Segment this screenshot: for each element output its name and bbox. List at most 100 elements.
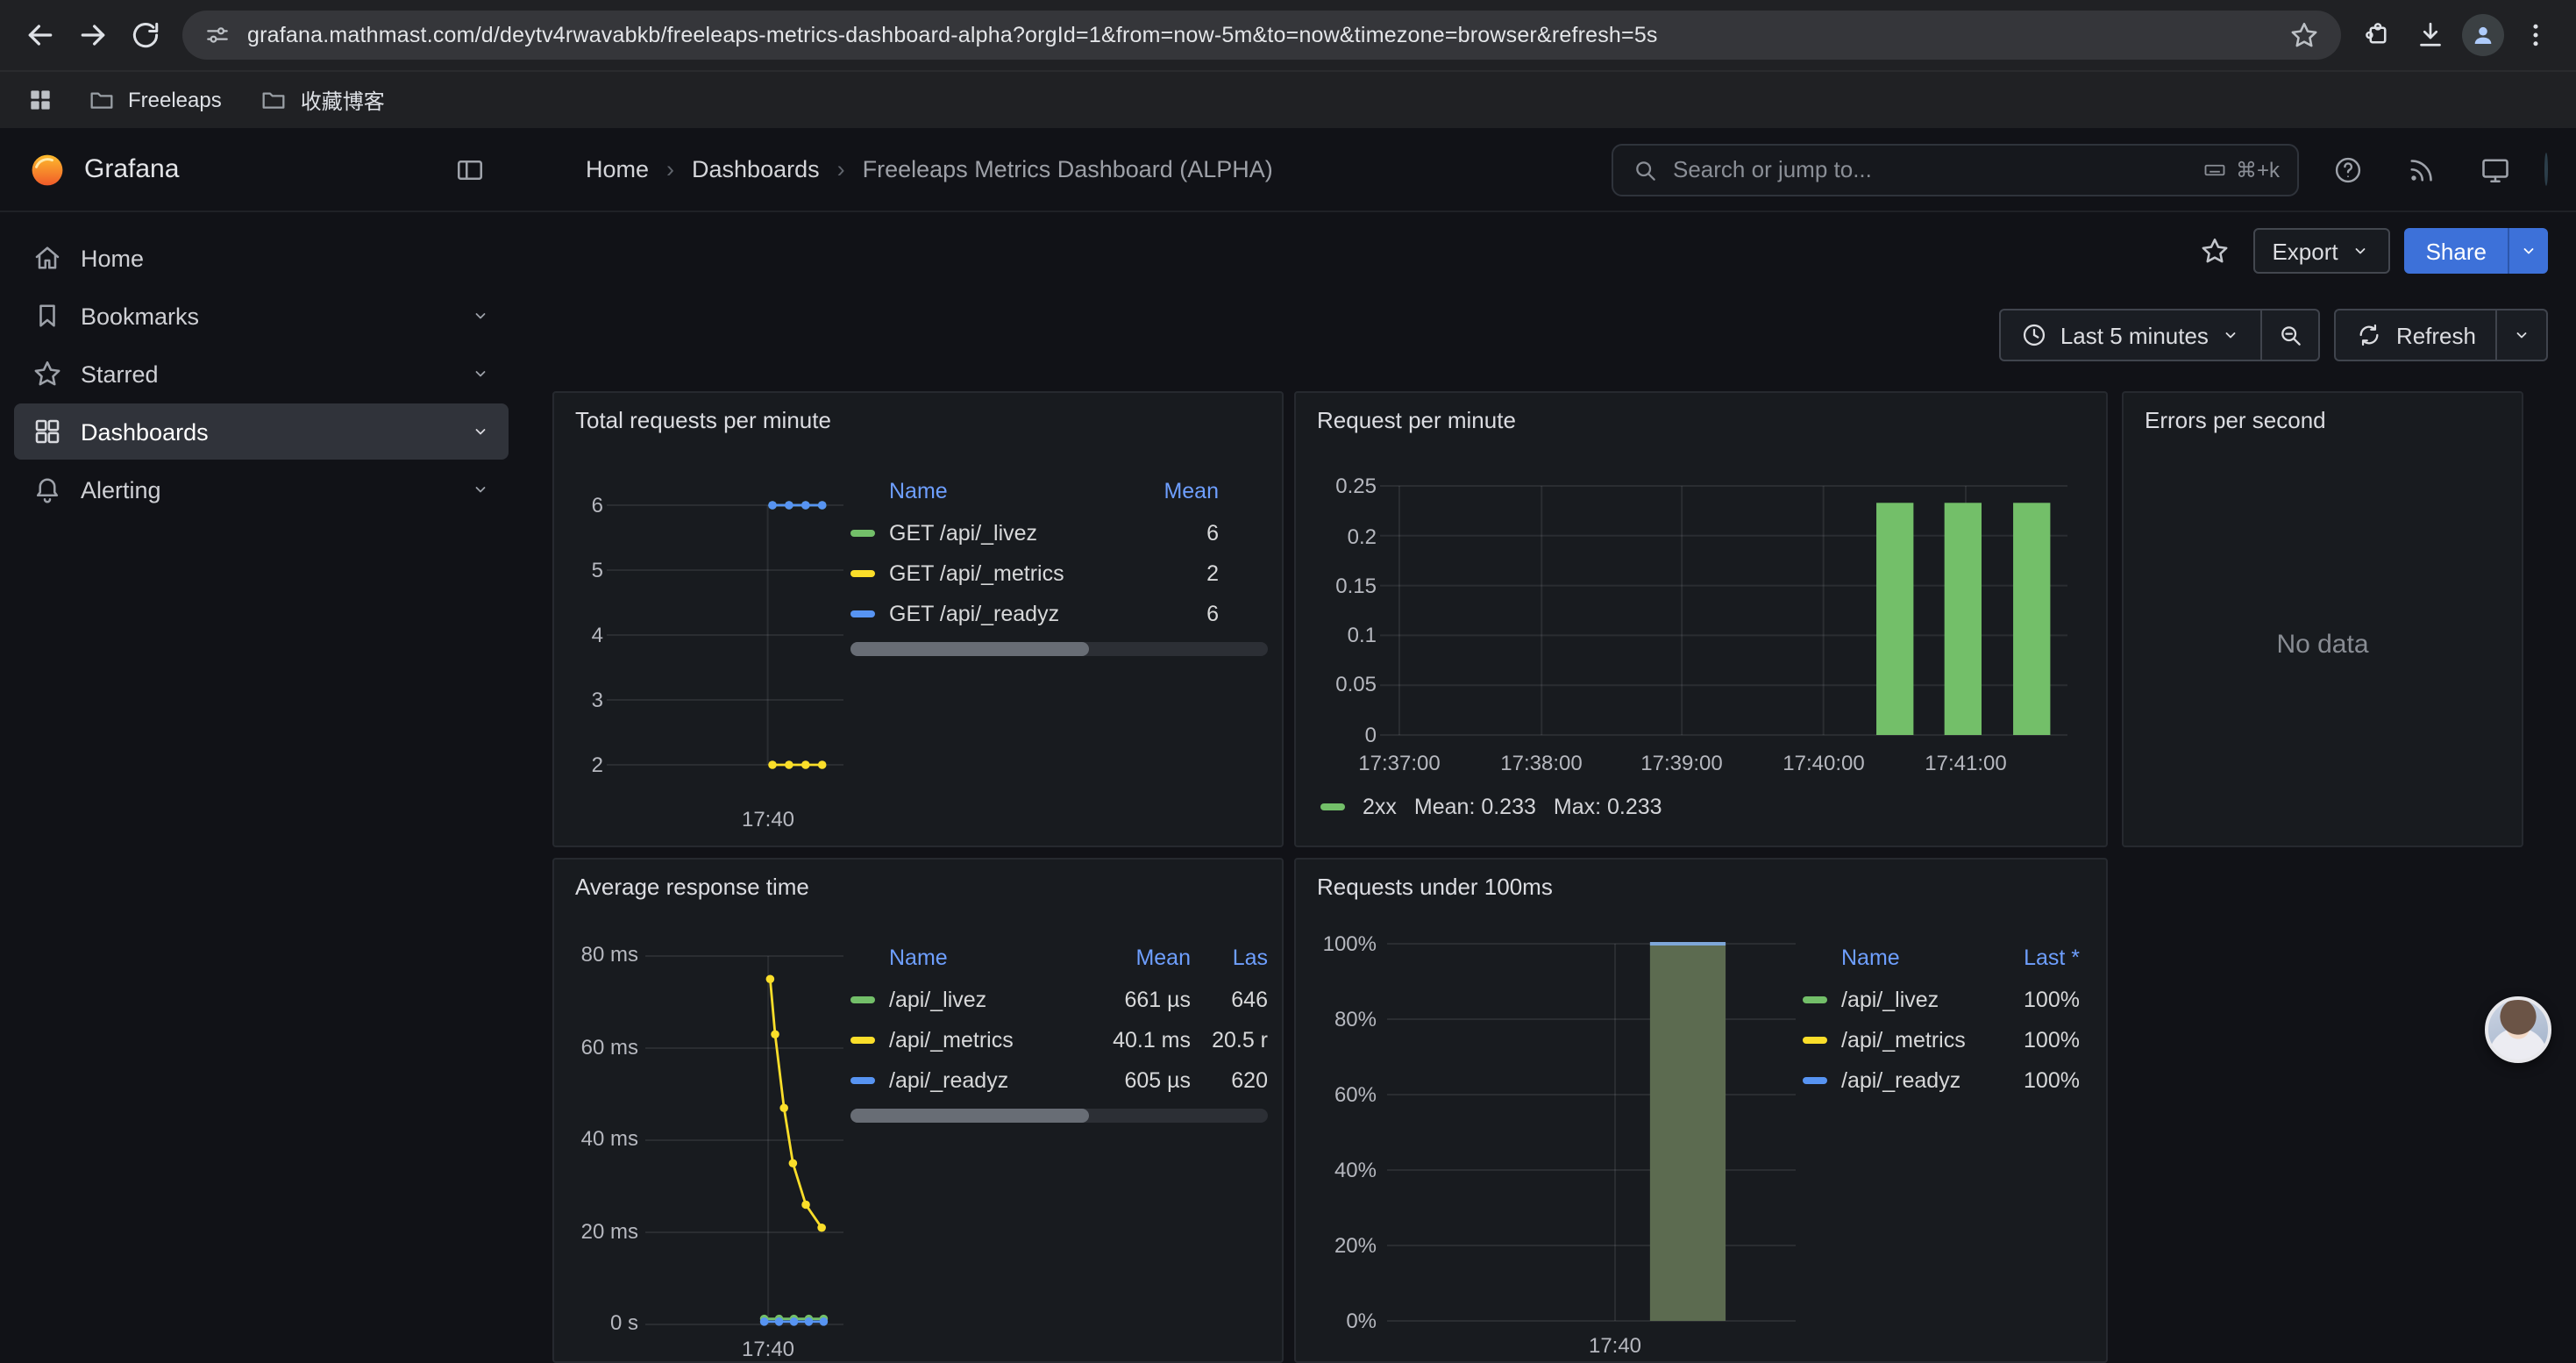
- legend[interactable]: 2xx Mean: 0.233 Max: 0.233: [1320, 795, 1662, 819]
- breadcrumb: Home › Dashboards › Freeleaps Metrics Da…: [523, 156, 1612, 182]
- series-color-dash: [1320, 803, 1345, 810]
- breadcrumb-home[interactable]: Home: [586, 156, 649, 182]
- legend-col-last[interactable]: Last *: [1982, 946, 2080, 970]
- clock-icon: [2020, 321, 2048, 349]
- sidebar-item-alerting[interactable]: Alerting: [14, 461, 509, 517]
- panel-errors-per-second[interactable]: Errors per second No data: [2122, 391, 2523, 847]
- favorite-star-button[interactable]: [2189, 228, 2238, 274]
- refresh-group: Refresh: [2335, 309, 2548, 361]
- sidebar-item-starred[interactable]: Starred: [14, 346, 509, 402]
- legend-row[interactable]: /api/_readyz 605 µs 620: [850, 1060, 1268, 1100]
- bookmark-label: 收藏博客: [301, 85, 385, 115]
- user-profile-button[interactable]: [2544, 153, 2548, 185]
- forward-icon: [75, 18, 110, 53]
- help-button[interactable]: [2323, 145, 2373, 194]
- back-button[interactable]: [14, 9, 67, 61]
- legend-col-mean[interactable]: Mean: [1117, 479, 1219, 503]
- sidebar-item-dashboards[interactable]: Dashboards: [14, 403, 509, 460]
- line-chart[interactable]: [607, 505, 843, 765]
- panel-request-per-minute[interactable]: Request per minute 0.25 0.2 0.15 0.1 0.0…: [1294, 391, 2108, 847]
- series-name: 2xx: [1363, 795, 1397, 819]
- keyboard-icon: [2202, 157, 2227, 182]
- url-bar[interactable]: grafana.mathmast.com/d/deytv4rwavabkb/fr…: [182, 11, 2341, 60]
- breadcrumb-current: Freeleaps Metrics Dashboard (ALPHA): [863, 156, 1273, 182]
- panel-title[interactable]: Total requests per minute: [554, 393, 1282, 433]
- time-controls: Last 5 minutes Refresh: [1999, 309, 2548, 361]
- panel-title[interactable]: Request per minute: [1296, 393, 2106, 433]
- kiosk-button[interactable]: [2471, 145, 2520, 194]
- legend-col-name[interactable]: Name: [889, 479, 1117, 503]
- share-split-button: Share: [2405, 228, 2548, 274]
- panel-title[interactable]: Average response time: [554, 860, 1282, 900]
- reload-button[interactable]: [119, 9, 172, 61]
- share-button[interactable]: Share: [2405, 228, 2508, 274]
- news-button[interactable]: [2397, 145, 2446, 194]
- legend-row[interactable]: /api/_readyz 100%: [1803, 1060, 2080, 1100]
- y-axis: 0.25 0.2 0.15 0.1 0.05 0: [1306, 475, 1377, 756]
- zoom-out-button[interactable]: [2263, 309, 2321, 361]
- browser-profile-button[interactable]: [2457, 9, 2509, 61]
- legend-col-name[interactable]: Name: [889, 946, 1082, 970]
- legend-row[interactable]: GET /api/_readyz 6: [850, 593, 1268, 633]
- chevron-down-icon[interactable]: [470, 421, 491, 442]
- bookmark-star-icon[interactable]: [2288, 19, 2320, 51]
- series-color-dash: [850, 610, 875, 617]
- apps-grid-button[interactable]: [18, 77, 63, 123]
- star-icon: [2198, 235, 2230, 267]
- legend-row[interactable]: /api/_metrics 100%: [1803, 1019, 2080, 1060]
- panel-requests-under-100ms[interactable]: Requests under 100ms 100% 80% 60% 40% 20…: [1294, 858, 2108, 1363]
- legend-row[interactable]: /api/_livez 100%: [1803, 979, 2080, 1019]
- sidebar-item-home[interactable]: Home: [14, 230, 509, 286]
- refresh-button[interactable]: Refresh: [2335, 309, 2497, 361]
- export-button[interactable]: Export: [2252, 228, 2390, 274]
- home-icon: [32, 242, 63, 274]
- bookmark-item-blogs[interactable]: 收藏博客: [246, 80, 399, 120]
- legend-col-mean[interactable]: Mean: [1082, 946, 1191, 970]
- dashboard-actions: Export Share: [2189, 228, 2548, 274]
- kebab-menu-icon: [2520, 19, 2551, 51]
- search-input[interactable]: Search or jump to... ⌘+k: [1612, 143, 2299, 196]
- panel-title[interactable]: Errors per second: [2124, 393, 2522, 433]
- legend-scrollbar[interactable]: [850, 1109, 1268, 1123]
- chevron-down-icon[interactable]: [470, 363, 491, 384]
- bar-chart[interactable]: [1387, 944, 1796, 1321]
- legend-row[interactable]: GET /api/_metrics 2: [850, 553, 1268, 593]
- bar-chart[interactable]: [1380, 486, 2067, 735]
- extensions-button[interactable]: [2352, 9, 2404, 61]
- panel-average-response-time[interactable]: Average response time 80 ms 60 ms 40 ms …: [552, 858, 1284, 1363]
- site-settings-icon[interactable]: [203, 21, 231, 49]
- share-dropdown-button[interactable]: [2508, 228, 2548, 274]
- legend-row[interactable]: GET /api/_livez 6: [850, 512, 1268, 553]
- series-color-dash: [850, 1076, 875, 1083]
- legend-col-name[interactable]: Name: [1841, 946, 1982, 970]
- chevron-down-icon[interactable]: [470, 479, 491, 500]
- bookmark-item-freeleaps[interactable]: Freeleaps: [74, 81, 236, 119]
- bookmark-label: Freeleaps: [128, 88, 222, 112]
- legend-scrollbar[interactable]: [850, 642, 1268, 656]
- series-color-dash: [850, 995, 875, 1003]
- refresh-interval-dropdown[interactable]: [2497, 309, 2548, 361]
- floating-avatar[interactable]: [2485, 996, 2551, 1063]
- time-range-picker[interactable]: Last 5 minutes: [1999, 309, 2263, 361]
- line-chart[interactable]: [645, 956, 843, 1324]
- series-color-dash: [850, 1036, 875, 1043]
- sidebar-item-label: Dashboards: [81, 418, 209, 445]
- breadcrumb-dashboards[interactable]: Dashboards: [692, 156, 820, 182]
- browser-menu-button[interactable]: [2509, 9, 2562, 61]
- forward-button[interactable]: [67, 9, 119, 61]
- x-axis-label: 17:39:00: [1640, 751, 1722, 775]
- panel-title[interactable]: Requests under 100ms: [1296, 860, 2106, 900]
- grafana-logo[interactable]: [28, 150, 67, 189]
- screen: grafana.mathmast.com/d/deytv4rwavabkb/fr…: [0, 0, 2576, 1363]
- downloads-button[interactable]: [2404, 9, 2457, 61]
- legend-row[interactable]: /api/_livez 661 µs 646: [850, 979, 1268, 1019]
- panel-total-requests[interactable]: Total requests per minute 6 5 4 3 2 17:4…: [552, 391, 1284, 847]
- sidebar-toggle-button[interactable]: [445, 145, 495, 194]
- sidebar-item-bookmarks[interactable]: Bookmarks: [14, 288, 509, 344]
- legend-row[interactable]: /api/_metrics 40.1 ms 20.5 r: [850, 1019, 1268, 1060]
- legend-header: Name Mean: [850, 470, 1268, 512]
- legend-col-last[interactable]: Las: [1191, 946, 1268, 970]
- series-max: Max: 0.233: [1554, 795, 1662, 819]
- legend-table: Name Mean Las /api/_livez 661 µs 646 /ap…: [850, 937, 1268, 1123]
- chevron-down-icon[interactable]: [470, 305, 491, 326]
